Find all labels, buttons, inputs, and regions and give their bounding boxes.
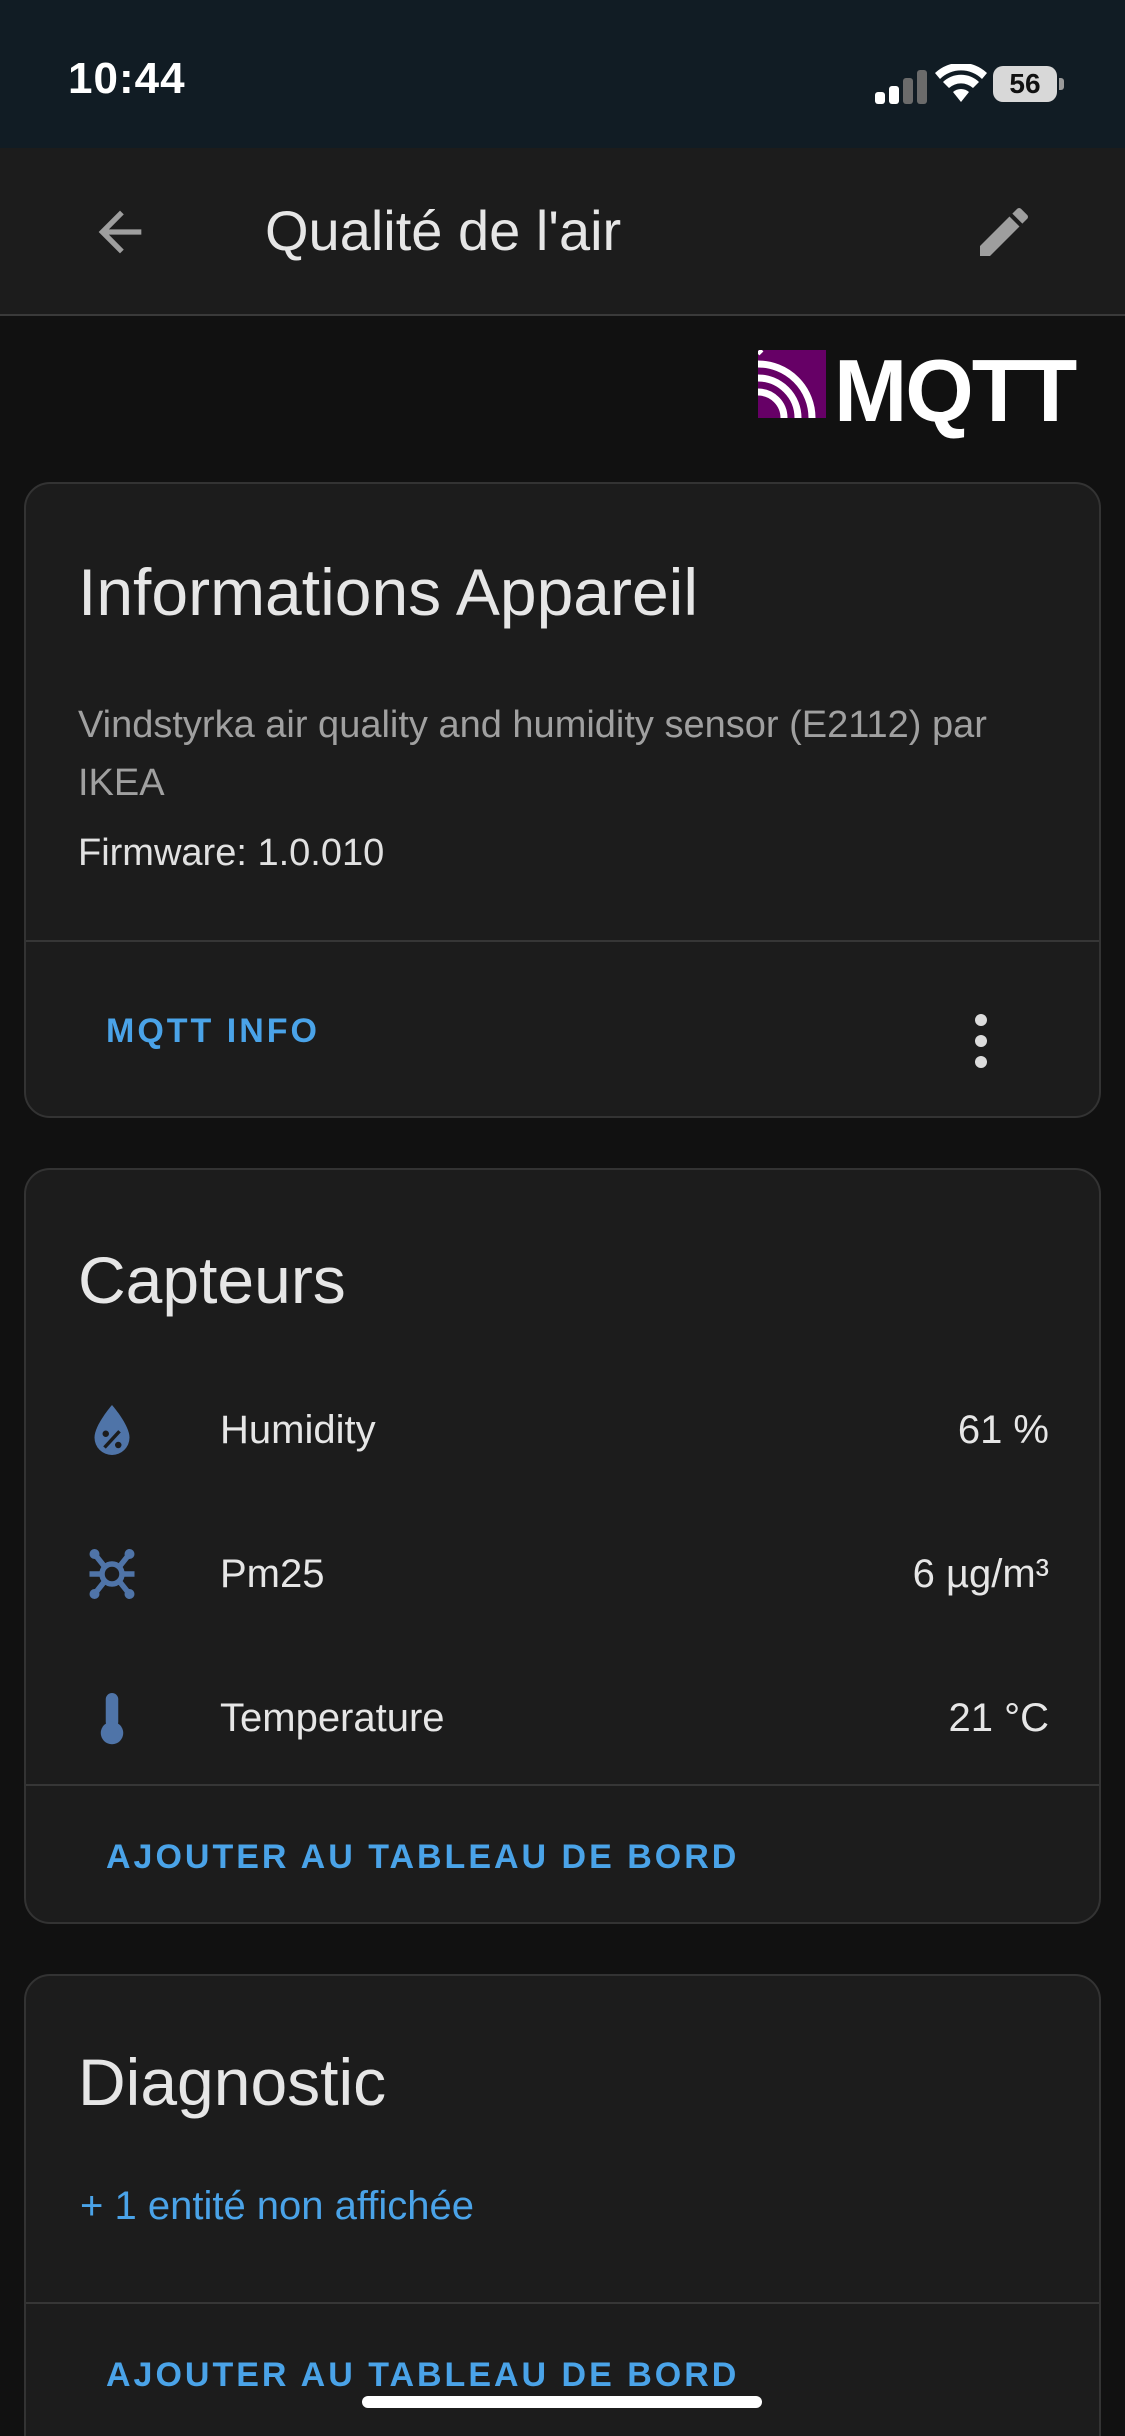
status-time: 10:44 <box>68 54 186 103</box>
page: 10:44 56 Qualité de l'air MQTT Informati… <box>0 0 1125 2436</box>
sensor-value: 21 °C <box>948 1696 1050 1740</box>
battery-tip <box>1059 78 1064 90</box>
mqtt-info-button[interactable]: MQTT INFO <box>106 1012 320 1051</box>
divider <box>26 2302 1099 2304</box>
arrow-left-icon[interactable] <box>88 200 152 264</box>
pencil-icon[interactable] <box>972 200 1036 264</box>
water-percent-icon <box>94 1405 130 1455</box>
app-bar: Qualité de l'air <box>0 148 1125 316</box>
battery-icon: 56 <box>993 66 1057 102</box>
signal-icon <box>875 68 929 104</box>
add-to-dashboard-button[interactable]: AJOUTER AU TABLEAU DE BORD <box>106 2356 739 2395</box>
device-description: Vindstyrka air quality and humidity sens… <box>78 704 987 804</box>
wifi-icon <box>935 64 987 102</box>
card-title: Informations Appareil <box>78 555 699 629</box>
sensor-name: Temperature <box>220 1696 445 1740</box>
sensor-row-temperature[interactable]: Temperature 21 °C <box>26 1668 1099 1768</box>
molecule-icon <box>89 1549 135 1599</box>
mqtt-logo-mark <box>758 350 826 418</box>
sensors-card: Capteurs Humidity 61 % Pm25 6 µg/m³ Temp… <box>24 1168 1101 1924</box>
card-title: Capteurs <box>78 1243 346 1317</box>
battery-level: 56 <box>1009 68 1041 99</box>
divider <box>26 1784 1099 1786</box>
diagnostic-card: Diagnostic + 1 entité non affichée AJOUT… <box>24 1974 1101 2436</box>
sensor-row-humidity[interactable]: Humidity 61 % <box>26 1380 1099 1480</box>
add-to-dashboard-button[interactable]: AJOUTER AU TABLEAU DE BORD <box>106 1838 739 1877</box>
home-indicator[interactable] <box>362 2396 762 2408</box>
mqtt-logo-text: MQTT <box>834 341 1077 440</box>
device-info-card: Informations Appareil Vindstyrka air qua… <box>24 482 1101 1118</box>
thermometer-icon <box>100 1693 124 1745</box>
card-title: Diagnostic <box>78 2045 387 2119</box>
firmware-version: Firmware: 1.0.010 <box>78 832 385 874</box>
sensor-value: 61 % <box>957 1408 1049 1452</box>
sensor-name: Humidity <box>220 1408 376 1452</box>
more-vertical-icon[interactable] <box>966 1006 996 1076</box>
hidden-entities-link[interactable]: + 1 entité non affichée <box>80 2184 474 2229</box>
sensor-name: Pm25 <box>220 1552 325 1596</box>
sensor-row-pm25[interactable]: Pm25 6 µg/m³ <box>26 1524 1099 1624</box>
sensor-value: 6 µg/m³ <box>912 1552 1049 1596</box>
status-bar: 10:44 56 <box>0 0 1125 148</box>
page-title: Qualité de l'air <box>265 199 622 262</box>
divider <box>26 940 1099 942</box>
